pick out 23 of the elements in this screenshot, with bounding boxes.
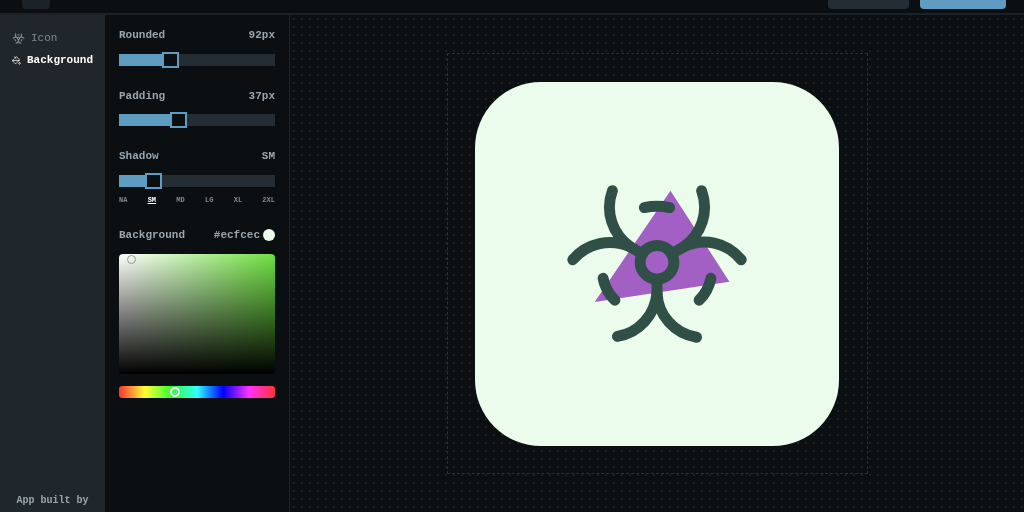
color-gradient-picker[interactable]: [119, 253, 275, 374]
slider-value: 37px: [248, 88, 275, 104]
slider-value: SM: [261, 149, 275, 164]
slider-thumb[interactable]: [145, 172, 163, 189]
slider-label: Shadow: [119, 149, 159, 164]
color-value: #ecfcec: [213, 228, 260, 243]
color-swatch[interactable]: [263, 229, 275, 242]
sidebar-item[interactable]: Icon: [12, 27, 93, 49]
hue-slider[interactable]: [119, 385, 275, 398]
slider-track[interactable]: [119, 174, 275, 187]
slider-track[interactable]: [119, 114, 275, 126]
slider-label: Padding: [119, 88, 166, 104]
slider-value: 92px: [248, 28, 275, 43]
slider-label: Rounded: [119, 28, 166, 43]
paint-bucket-icon: [12, 53, 21, 67]
biohazard-icon: [12, 31, 25, 45]
slider-thumb[interactable]: [162, 51, 180, 68]
footer-text: App built by: [15, 494, 90, 508]
slider-thumb[interactable]: [170, 112, 188, 128]
slider-track[interactable]: [119, 53, 275, 66]
color-label: Background: [119, 228, 185, 243]
sidebar-item[interactable]: Background: [12, 49, 93, 71]
hue-handle[interactable]: [170, 386, 181, 397]
